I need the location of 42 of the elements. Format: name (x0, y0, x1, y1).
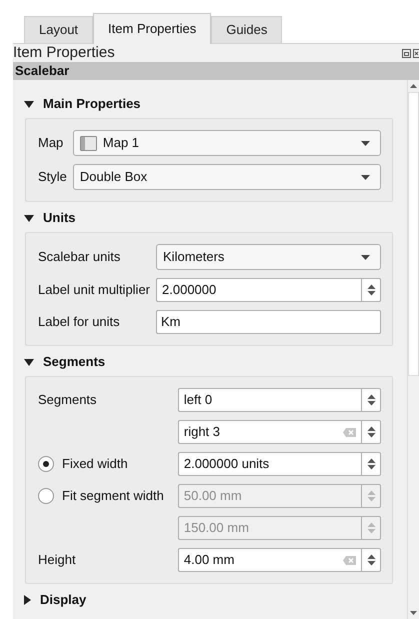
field-label: Scalebar units (38, 248, 120, 266)
input-field[interactable]: 2.000000 (156, 278, 362, 302)
spin-arrows-icon[interactable] (366, 554, 376, 566)
field-label: Label unit multiplier (38, 281, 150, 300)
dropdown-arrow-icon (361, 254, 370, 260)
section-title[interactable]: Segments (43, 352, 106, 372)
panel-title: Item Properties (13, 44, 115, 62)
item-type-header: Scalebar (13, 62, 419, 80)
collapse-arrow-icon[interactable] (24, 214, 34, 222)
field-label: Label for units (38, 313, 120, 332)
tab[interactable]: Item Properties (93, 13, 212, 44)
input-field[interactable]: 2.000000 units (178, 452, 362, 476)
tab[interactable]: Layout (24, 16, 94, 43)
collapse-arrow-icon[interactable] (24, 100, 34, 108)
close-icon[interactable] (413, 48, 419, 58)
text-field[interactable]: Km (156, 310, 381, 334)
section-title[interactable]: Units (43, 208, 76, 228)
input-field[interactable]: 4.00 mm (178, 548, 362, 572)
input-field[interactable]: right 3 (178, 420, 362, 444)
field-label: Style (38, 168, 67, 186)
section-title[interactable]: Display (40, 590, 86, 610)
field-label: Map (38, 134, 64, 152)
dropdown[interactable]: Kilometers (156, 244, 381, 270)
spin-arrows-icon[interactable] (366, 284, 376, 296)
spin-arrows-icon[interactable] (366, 426, 376, 438)
input-field[interactable]: left 0 (178, 388, 362, 412)
tab[interactable]: Guides (211, 16, 282, 43)
spin-arrows-icon[interactable] (366, 394, 376, 406)
dropdown[interactable]: Map 1 (72, 130, 381, 156)
float-icon[interactable] (402, 48, 411, 58)
expand-arrow-icon[interactable] (24, 595, 31, 605)
dropdown-arrow-icon (361, 140, 370, 146)
radio-label[interactable]: Fixed width (62, 454, 128, 474)
collapse-arrow-icon[interactable] (24, 358, 34, 366)
dropdown-arrow-icon (361, 174, 370, 180)
field-label: Segments (38, 391, 97, 410)
scrollbar[interactable] (407, 80, 419, 619)
section-title[interactable]: Main Properties (43, 94, 141, 114)
radio-button[interactable] (38, 456, 54, 472)
field-label: Height (38, 551, 76, 570)
spin-arrows-icon[interactable] (366, 458, 376, 470)
dropdown[interactable]: Double Box (72, 164, 381, 190)
